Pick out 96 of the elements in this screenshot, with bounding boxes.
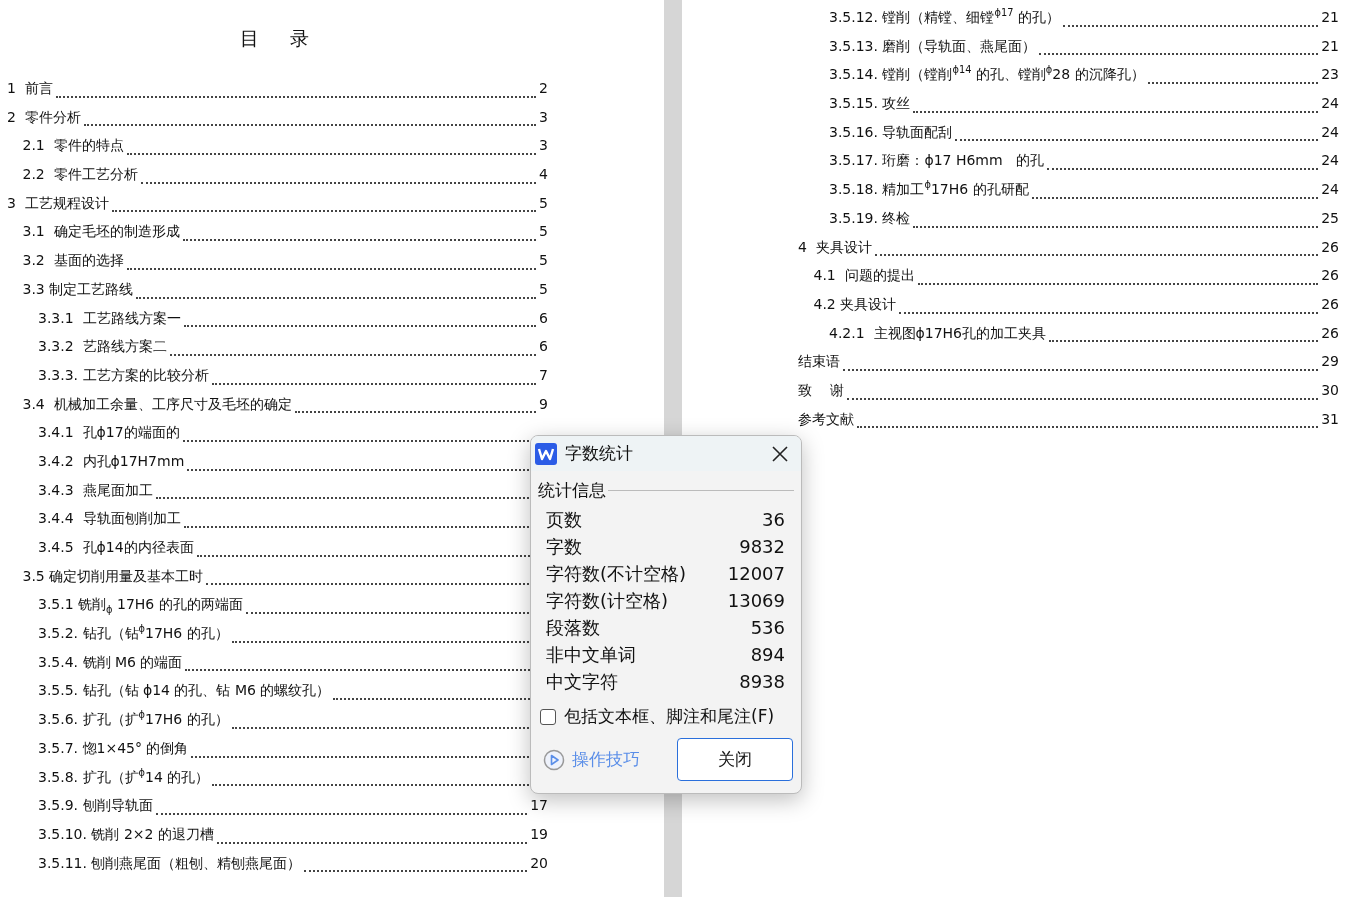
dialog-title: 字数统计 [565,442,634,465]
stat-label: 字数 [546,534,582,559]
page-number: 5 [539,251,548,271]
page-number: 26 [1321,323,1339,343]
toc-entry[interactable]: 4.1 问题的提出 [813,265,915,286]
page-number: 26 [1321,294,1339,314]
toc-entry[interactable]: 3.5.1 铣削$_{ϕ}$ 17H6 的孔的两端面 [38,594,243,615]
toc-entry[interactable]: 3.4.2 内孔ϕ17H7mm [38,450,185,471]
toc-entry[interactable]: 3.3 制定工艺路线 [22,278,134,299]
toc-entry[interactable]: 3.5.10. 铣削 2×2 的退刀槽 [38,823,214,844]
toc-entry[interactable]: 3.1 确定毛坯的制造形成 [22,221,180,242]
page-number: 5 [539,222,548,242]
page-number: 17 [530,796,548,816]
toc-entry[interactable]: 3.5.18. 精加工$^{ϕ}$17H6 的孔研配 [829,179,1029,200]
toc-entry[interactable]: 3.4 机械加工余量、工序尺寸及毛坯的确定 [22,393,292,414]
toc-entry[interactable]: 3.5.5. 钻孔（钻 ϕ14 的孔、钻 M6 的螺纹孔） [38,680,331,701]
toc-entry[interactable]: 结束语 [798,351,840,372]
page-number: 31 [1321,409,1339,429]
stat-value: 8938 [739,671,785,692]
stat-label: 字符数(计空格) [546,588,669,613]
toc-entry[interactable]: 3.5 确定切削用量及基本工时 [22,565,204,586]
page-number: 30 [1321,380,1339,400]
page-number: 3 [539,107,548,127]
close-button[interactable]: 关闭 [677,738,793,781]
toc-entry[interactable]: 参考文献 [798,408,854,429]
toc-entry[interactable]: 2.2 零件工艺分析 [22,164,138,185]
toc-entry[interactable]: 3.5.19. 终检 [829,207,911,228]
page-number: 19 [530,824,548,844]
toc-entry[interactable]: 3.5.17. 珩磨：ϕ17 H6mm 的孔 [829,150,1044,171]
page-number: 2 [539,79,548,98]
toc-entry[interactable]: 4.2.1 主视图ϕ17H6孔的加工夹具 [829,322,1046,343]
page-number: 24 [1321,122,1339,142]
stat-label: 非中文单词 [546,642,636,667]
toc-entry[interactable]: 3.4.5 孔ϕ14的内径表面 [38,537,194,557]
toc-title: 目 录 [240,26,315,51]
toc-entry[interactable]: 3.4.3 燕尾面加工 [38,479,153,500]
section-label: 统计信息 [538,479,606,502]
play-icon [543,748,565,771]
toc-entry[interactable]: 3.5.15. 攻丝 [829,93,911,114]
page-number: 29 [1321,352,1339,372]
toc-entry[interactable]: 3 工艺规程设计 [7,192,109,213]
toc-entry[interactable]: 3.5.4. 铣削 M6 的端面 [38,651,183,672]
stat-value: 9832 [739,536,785,557]
toc-entry[interactable]: 2.1 零件的特点 [22,135,124,156]
page-number: 5 [539,193,548,213]
stat-value: 12007 [727,563,785,584]
stat-value: 13069 [727,590,785,611]
toc-entry[interactable]: 3.5.13. 磨削（导轨面、燕尾面） [829,35,1037,56]
toc-entry[interactable]: 3.2 基面的选择 [22,250,124,271]
toc-entry[interactable]: 致 谢 [798,379,844,400]
toc-entry[interactable]: 3.5.16. 导轨面配刮 [829,121,953,142]
toc-entry[interactable]: 3.5.12. 镗削（精镗、细镗$^{ϕ17}$ 的孔） [829,7,1060,27]
page-number: 24 [1321,94,1339,114]
toc-entry[interactable]: 3.3.3. 工艺方案的比较分析 [38,364,209,385]
page-number: 24 [1321,180,1339,200]
stat-value: 536 [750,617,785,638]
page-number: 21 [1321,8,1339,27]
toc-entry[interactable]: 3.5.14. 镗削（镗削$^{ϕ14}$ 的孔、镗削$^{ϕ}$28 的沉降孔） [829,64,1145,85]
toc-entry[interactable]: 3.5.8. 扩孔（扩$^{ϕ}$14 的孔） [38,766,210,787]
page-number: 26 [1321,237,1339,257]
stat-label: 页数 [546,507,582,532]
page-number: 26 [1321,266,1339,286]
page-number: 20 [530,853,548,873]
page-number: 23 [1321,65,1339,85]
toc-entry[interactable]: 3.4.4 导轨面刨削加工 [38,508,181,529]
page-number: 9 [539,394,548,414]
stat-label: 段落数 [546,615,600,640]
toc-entry[interactable]: 4 夹具设计 [798,236,872,257]
page-number: 4 [539,165,548,185]
stat-value: 36 [762,509,785,530]
stat-label: 中文字符 [546,669,618,694]
checkbox[interactable] [540,708,556,725]
close-icon[interactable] [771,444,789,463]
page-number: 3 [539,136,548,156]
toc-entry[interactable]: 1 前言 [7,78,53,98]
stat-value: 894 [750,644,785,665]
page-number: 6 [539,308,548,328]
toc-entry[interactable]: 3.5.7. 惚1×45° 的倒角 [38,737,189,758]
toc-entry[interactable]: 2 零件分析 [7,106,81,127]
page-number: 25 [1321,208,1339,228]
page-number: 7 [539,365,548,385]
toc-entry[interactable]: 3.3.2 艺路线方案二 [38,336,167,357]
page-number: 5 [539,279,548,299]
toc-entry[interactable]: 3.3.1 工艺路线方案一 [38,307,181,328]
toc-entry[interactable]: 4.2 夹具设计 [813,293,897,314]
toc-entry[interactable]: 3.5.11. 刨削燕尾面（粗刨、精刨燕尾面） [38,852,302,873]
checkbox-label[interactable]: 包括文本框、脚注和尾注(F) [564,705,775,728]
app-logo-icon [535,442,557,465]
page-number: 21 [1321,36,1339,56]
page-number: 24 [1321,151,1339,171]
stat-label: 字符数(不计空格) [546,561,687,586]
toc-entry[interactable]: 3.4.1 孔ϕ17的端面的 [38,422,180,443]
toc-entry[interactable]: 3.5.2. 钻孔（钻$^{ϕ}$17H6 的孔） [38,623,229,644]
page-number: 6 [539,337,548,357]
toc-entry[interactable]: 3.5.9. 刨削导轨面 [38,795,153,816]
toc-entry[interactable]: 3.5.6. 扩孔（扩$^{ϕ}$17H6 的孔） [38,709,229,730]
